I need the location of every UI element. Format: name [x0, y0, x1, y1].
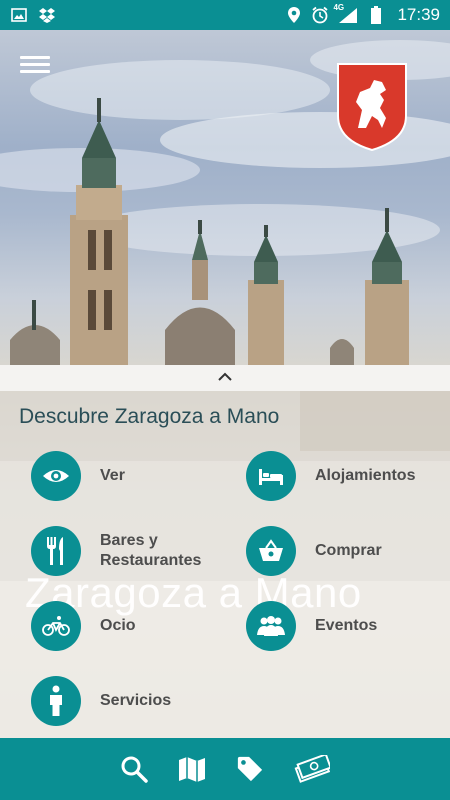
discover-panel: Zaragoza a Mano Descubre Zaragoza a Mano…: [0, 391, 450, 738]
category-ocio[interactable]: Ocio: [31, 601, 136, 651]
collapse-handle[interactable]: [0, 365, 450, 391]
alarm-icon: [311, 6, 329, 24]
chevron-up-icon: [217, 369, 233, 387]
category-bares-restaurantes[interactable]: Bares y Restaurantes: [31, 526, 220, 576]
tag-icon[interactable]: [236, 755, 264, 783]
category-label: Ocio: [100, 617, 136, 634]
category-eventos[interactable]: Eventos: [246, 601, 377, 651]
network-type-label: 4G: [333, 3, 345, 12]
image-icon: [10, 6, 28, 24]
category-label: Eventos: [315, 617, 378, 634]
fork-knife-icon: [31, 526, 81, 576]
person-icon: [31, 676, 81, 726]
search-icon[interactable]: [120, 755, 148, 783]
category-label: Ver: [100, 467, 125, 484]
hamburger-menu-icon[interactable]: [20, 52, 50, 76]
zaragoza-crest-icon: [334, 58, 410, 152]
category-alojamientos[interactable]: Alojamientos: [246, 451, 415, 501]
status-bar: 4G 17:39: [0, 0, 450, 30]
category-label: Alojamientos: [315, 467, 416, 484]
location-icon: [285, 6, 303, 24]
signal-4g-icon: 4G: [333, 3, 359, 24]
category-ver[interactable]: Ver: [31, 451, 125, 501]
map-icon[interactable]: [178, 755, 206, 783]
category-label: Bares y Restaurantes: [100, 532, 202, 569]
bottom-navigation: [0, 738, 450, 800]
money-icon[interactable]: [294, 755, 330, 783]
bed-icon: [246, 451, 296, 501]
category-label: Servicios: [100, 692, 172, 709]
hero-image: [0, 30, 450, 365]
basket-icon: [246, 526, 296, 576]
eye-icon: [31, 451, 81, 501]
category-servicios[interactable]: Servicios: [31, 676, 171, 726]
people-icon: [246, 601, 296, 651]
category-comprar[interactable]: Comprar: [246, 526, 382, 576]
battery-icon: [367, 6, 385, 24]
bicycle-icon: [31, 601, 81, 651]
category-label: Comprar: [315, 542, 382, 559]
panel-title: Descubre Zaragoza a Mano: [19, 405, 280, 428]
dropbox-icon: [38, 6, 56, 24]
status-time: 17:39: [397, 5, 440, 24]
